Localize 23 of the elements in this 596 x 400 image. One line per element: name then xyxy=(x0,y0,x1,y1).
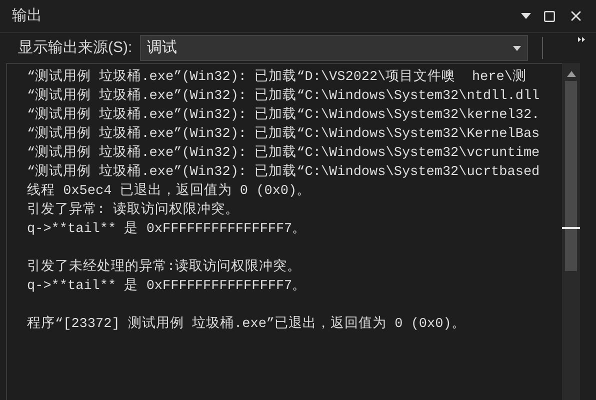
output-line: q->**tail** 是 0xFFFFFFFFFFFFFFF7。 xyxy=(27,277,308,296)
output-line: “测试用例 垃圾桶.exe”(Win32): 已加载“C:\Windows\System32\KernelBas xyxy=(27,125,541,144)
scroll-up-icon[interactable] xyxy=(566,71,576,77)
output-line: “测试用例 垃圾桶.exe”(Win32): 已加载“C:\Windows\System32\ntdll.dll xyxy=(27,87,541,106)
output-line: q->**tail** 是 0xFFFFFFFFFFFFFFF7。 xyxy=(27,220,308,239)
caret-icon xyxy=(513,46,522,50)
output-line: 引发了异常: 读取访问权限冲突。 xyxy=(27,201,240,220)
output-line: 引发了未经处理的异常:读取访问权限冲突。 xyxy=(27,258,302,277)
overflow-chevron-icon[interactable] xyxy=(578,37,586,42)
source-label: 显示输出来源(S): xyxy=(18,38,132,58)
position-marker xyxy=(562,227,580,229)
window-title: 输出 xyxy=(12,6,43,26)
dropdown-triangle-icon[interactable] xyxy=(521,12,531,20)
source-dropdown[interactable]: 调试 xyxy=(140,35,528,61)
output-line: “测试用例 垃圾桶.exe”(Win32): 已加载“C:\Windows\System32\kernel32. xyxy=(27,106,541,125)
maximize-icon[interactable] xyxy=(543,10,556,22)
output-line: “测试用例 垃圾桶.exe”(Win32): 已加载“D:\VS2022\项目文件噢 here\测 xyxy=(27,68,528,87)
output-line: 线程 0x5ec4 已退出，返回值为 0 (0x0)。 xyxy=(27,182,312,201)
vertical-scrollbar[interactable] xyxy=(562,63,580,400)
scrollbar-thumb[interactable] xyxy=(565,81,577,271)
output-line: “测试用例 垃圾桶.exe”(Win32): 已加载“C:\Windows\System32\vcruntime xyxy=(27,144,541,163)
output-line: “测试用例 垃圾桶.exe”(Win32): 已加载“C:\Windows\System32\ucrtbased xyxy=(27,163,541,182)
output-line: 程序“[23372] 测试用例 垃圾桶.exe”已退出，返回值为 0 (0x0)。 xyxy=(27,315,466,334)
